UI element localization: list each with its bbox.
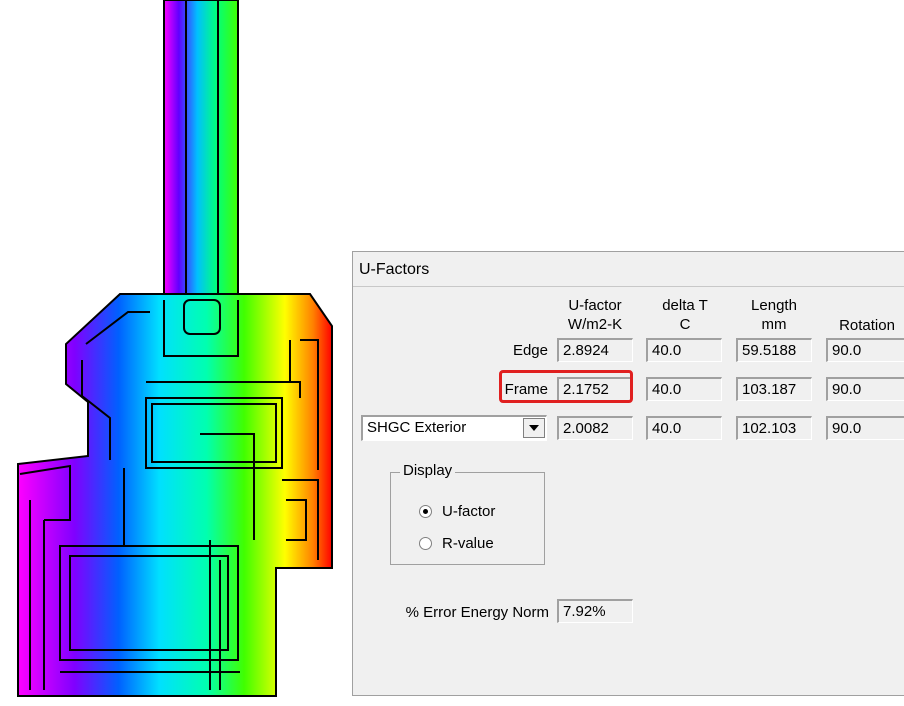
shgc-select-value: SHGC Exterior — [367, 419, 467, 436]
frame-rotation-field[interactable]: 90.0 — [826, 377, 904, 401]
col-header-length: Length mm — [751, 297, 797, 333]
edge-ufactor-field[interactable]: 2.8924 — [557, 338, 633, 362]
display-groupbox: Display U-factor R-value — [390, 462, 545, 565]
col-header-delta-t: delta T C — [662, 297, 708, 333]
frame-highlight-box — [499, 370, 633, 403]
dialog-body: U-factor W/m2-K delta T C Length mm Rota… — [353, 286, 904, 695]
edge-delta-t-field[interactable]: 40.0 — [646, 338, 722, 362]
dropdown-arrow-icon[interactable] — [523, 418, 545, 438]
radio-ufactor[interactable]: U-factor — [419, 503, 495, 520]
error-energy-norm-field: 7.92% — [557, 599, 633, 623]
frame-length-field[interactable]: 103.187 — [736, 377, 812, 401]
shgc-length-field[interactable]: 102.103 — [736, 416, 812, 440]
col-header-rotation: Rotation — [839, 317, 895, 334]
radio-checked-icon[interactable] — [419, 505, 432, 518]
error-energy-norm-label: % Error Energy Norm — [405, 604, 549, 621]
dialog-title: U-Factors — [359, 261, 430, 278]
thermal-simulation-image — [17, 0, 333, 697]
col-header-ufactor: U-factor W/m2-K — [567, 297, 623, 333]
shgc-delta-t-field[interactable]: 40.0 — [646, 416, 722, 440]
edge-rotation-field[interactable]: 90.0 — [826, 338, 904, 362]
radio-rvalue-label: R-value — [442, 535, 494, 552]
shgc-ufactor-field[interactable]: 2.0082 — [557, 416, 633, 440]
shgc-select[interactable]: SHGC Exterior — [361, 415, 547, 441]
row-label-edge: Edge — [512, 342, 548, 359]
u-factors-dialog: U-Factors U-factor W/m2-K delta T C Leng… — [352, 251, 904, 696]
display-group-title: Display — [400, 462, 456, 479]
edge-length-field[interactable]: 59.5188 — [736, 338, 812, 362]
radio-unchecked-icon[interactable] — [419, 537, 432, 550]
radio-rvalue[interactable]: R-value — [419, 535, 494, 552]
radio-ufactor-label: U-factor — [442, 503, 496, 520]
shgc-rotation-field[interactable]: 90.0 — [826, 416, 904, 440]
frame-delta-t-field[interactable]: 40.0 — [646, 377, 722, 401]
